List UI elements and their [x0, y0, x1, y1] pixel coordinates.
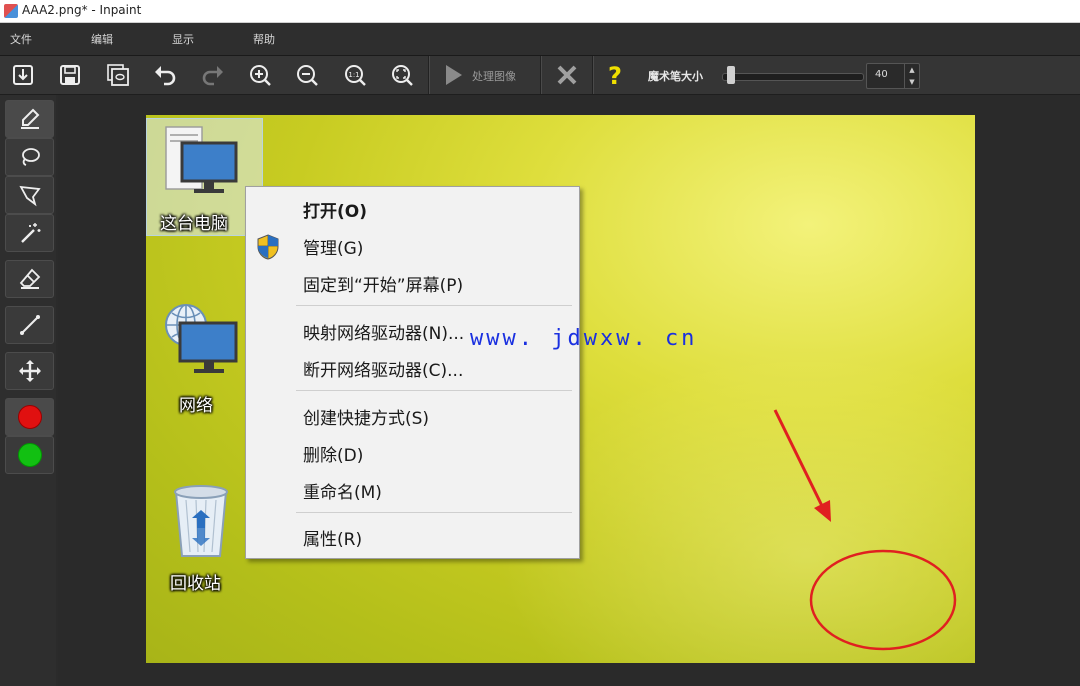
eraser-icon — [19, 268, 40, 289]
watermark-text: www. jdwxw. cn — [470, 326, 698, 351]
close-icon[interactable] — [550, 58, 584, 92]
green-color-tool[interactable] — [5, 436, 54, 474]
magic-wand-tool[interactable] — [5, 214, 54, 252]
actual-size-icon[interactable]: 1:1 — [338, 58, 372, 92]
spin-down-icon[interactable]: ▼ — [905, 76, 919, 88]
tool-panel — [0, 95, 56, 686]
network-label[interactable]: 网络 — [179, 391, 213, 416]
line-tool[interactable] — [5, 306, 54, 344]
menu-disconnect-drive[interactable]: 断开网络驱动器(C)... — [303, 356, 463, 381]
menu-edit[interactable]: 编辑 — [91, 31, 113, 47]
this-pc-label[interactable]: 这台电脑 — [160, 209, 228, 234]
marker-tool[interactable] — [5, 100, 54, 138]
move-tool[interactable] — [5, 352, 54, 390]
save-icon[interactable] — [53, 58, 87, 92]
shield-icon — [257, 234, 279, 260]
green-dot-icon — [17, 443, 42, 467]
brush-size-spinbox[interactable]: 40 ▲ ▼ — [866, 63, 920, 89]
svg-text:1:1: 1:1 — [348, 71, 359, 79]
line-icon — [19, 315, 40, 335]
spin-up-icon[interactable]: ▲ — [905, 64, 919, 76]
menu-bar: 文件 编辑 显示 帮助 — [0, 23, 1080, 56]
zoom-out-icon[interactable] — [290, 58, 324, 92]
menu-pin-start[interactable]: 固定到“开始”屏幕(P) — [303, 271, 463, 296]
title-bar: AAA2.png* - Inpaint — [0, 0, 1080, 23]
zoom-in-icon[interactable] — [243, 58, 277, 92]
brush-size-slider[interactable] — [722, 73, 864, 81]
menu-map-drive[interactable]: 映射网络驱动器(N)... — [303, 319, 464, 344]
toolbar: 1:1 处理图像 ? 魔术笔大小 40 ▲ ▼ — [0, 56, 1080, 95]
red-dot-icon — [17, 405, 42, 429]
menu-rename[interactable]: 重命名(M) — [303, 478, 382, 503]
undo-icon[interactable] — [148, 58, 182, 92]
open-icon[interactable] — [6, 58, 40, 92]
window-title: AAA2.png* - Inpaint — [22, 3, 142, 17]
this-pc-icon[interactable] — [164, 125, 238, 199]
menu-properties[interactable]: 属性(R) — [303, 525, 362, 550]
brush-size-value[interactable]: 40 — [875, 69, 888, 80]
menu-create-shortcut[interactable]: 创建快捷方式(S) — [303, 404, 429, 429]
app-icon — [4, 4, 18, 18]
slider-thumb[interactable] — [727, 66, 735, 84]
svg-text:?: ? — [608, 62, 622, 88]
save-as-icon[interactable] — [101, 58, 135, 92]
polygon-lasso-icon — [18, 185, 41, 207]
eraser-tool[interactable] — [5, 260, 54, 298]
network-icon[interactable] — [164, 303, 242, 379]
help-icon[interactable]: ? — [598, 58, 632, 92]
menu-help[interactable]: 帮助 — [253, 31, 275, 47]
fit-icon[interactable] — [385, 58, 419, 92]
polygon-lasso-tool[interactable] — [5, 176, 54, 214]
lasso-tool[interactable] — [5, 138, 54, 176]
menu-delete[interactable]: 删除(D) — [303, 441, 363, 466]
move-icon — [18, 360, 41, 382]
menu-open[interactable]: 打开(O) — [303, 197, 367, 222]
play-icon[interactable] — [436, 58, 470, 92]
process-image-label[interactable]: 处理图像 — [472, 68, 516, 84]
marker-icon — [20, 108, 39, 129]
menu-view[interactable]: 显示 — [172, 31, 194, 47]
lasso-icon — [21, 148, 40, 166]
red-color-tool[interactable] — [5, 398, 54, 436]
magic-wand-icon — [20, 223, 40, 243]
menu-file[interactable]: 文件 — [10, 31, 32, 47]
redo-icon[interactable] — [196, 58, 230, 92]
menu-manage[interactable]: 管理(G) — [303, 234, 363, 259]
context-menu: 打开(O) 管理(G) 固定到“开始”屏幕(P) 映射网络驱动器(N)... 断… — [245, 186, 580, 559]
recycle-bin-icon[interactable] — [170, 482, 232, 560]
recycle-bin-label[interactable]: 回收站 — [170, 569, 221, 594]
brush-size-label: 魔术笔大小 — [648, 70, 703, 83]
